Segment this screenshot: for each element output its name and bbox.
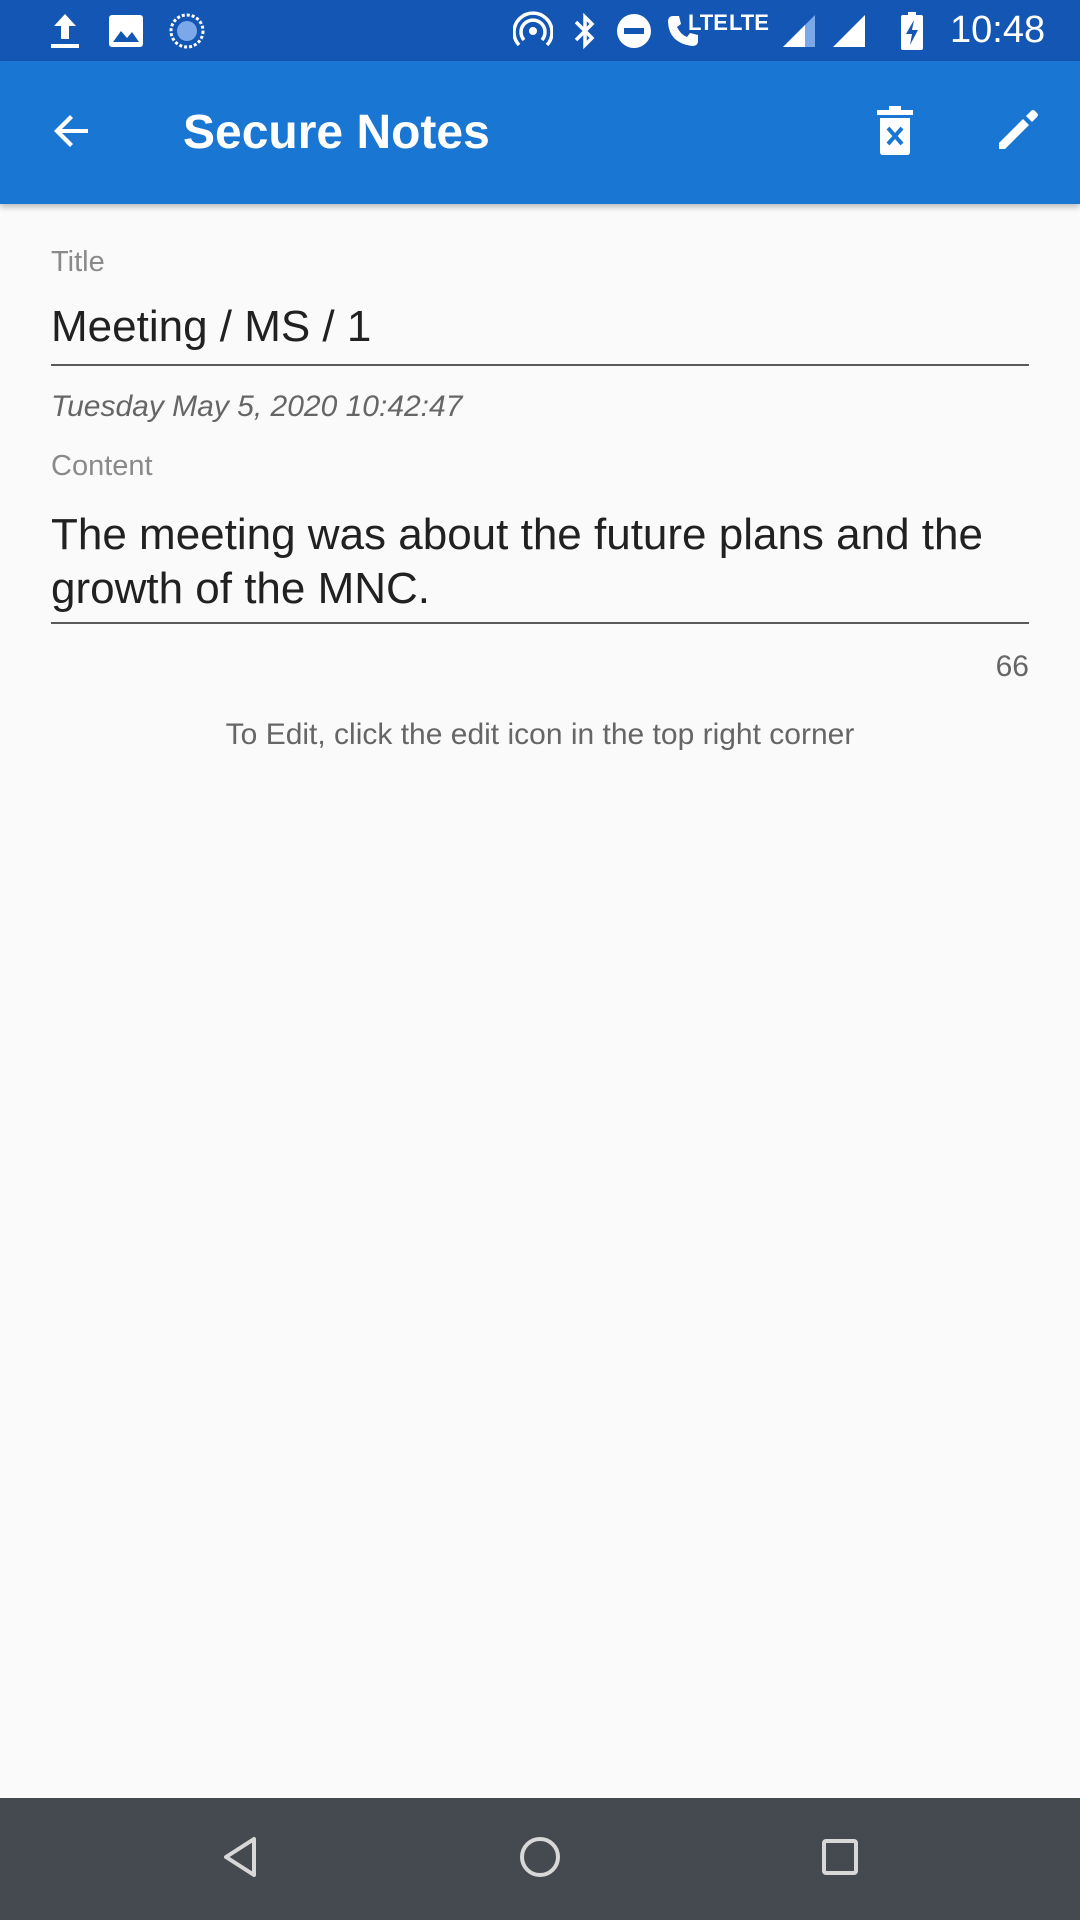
signal-icon-2 <box>826 8 872 54</box>
edit-button[interactable] <box>975 91 1059 175</box>
upload-icon <box>42 8 88 54</box>
delete-button[interactable] <box>853 91 937 175</box>
title-label: Title <box>51 246 105 278</box>
lte-call-label: LTE <box>688 10 728 35</box>
nav-recents-button[interactable] <box>800 1819 880 1899</box>
do-not-disturb-icon <box>611 8 657 54</box>
signal-icon <box>776 8 822 54</box>
title-field[interactable]: Meeting / MS / 1 <box>51 302 1029 352</box>
home-circle-icon <box>518 1835 562 1884</box>
bluetooth-icon <box>562 8 608 54</box>
title-underline <box>51 364 1029 366</box>
battery-charging-icon <box>889 8 935 54</box>
hotspot-icon <box>510 8 556 54</box>
image-icon <box>103 8 149 54</box>
content-field[interactable]: The meeting was about the future plans a… <box>51 508 1029 616</box>
edit-hint: To Edit, click the edit icon in the top … <box>225 718 855 751</box>
character-counter: 66 <box>995 650 1029 683</box>
lte-data-label: LTE <box>729 10 769 35</box>
nav-home-button[interactable] <box>500 1819 580 1899</box>
navigation-bar <box>0 1798 1080 1920</box>
nav-back-button[interactable] <box>200 1819 280 1899</box>
back-triangle-icon <box>220 1835 260 1884</box>
note-timestamp: Tuesday May 5, 2020 10:42:47 <box>51 390 463 423</box>
app-bar: Secure Notes <box>0 61 1080 204</box>
delete-icon <box>873 105 917 161</box>
status-time: 10:48 <box>950 9 1046 51</box>
recents-square-icon <box>820 1837 860 1882</box>
page-title: Secure Notes <box>183 106 490 159</box>
content-label: Content <box>51 450 153 482</box>
edit-icon <box>993 107 1041 160</box>
back-button[interactable] <box>30 91 114 175</box>
sync-icon <box>164 8 210 54</box>
content-underline <box>51 622 1029 624</box>
arrow-back-icon <box>48 107 96 160</box>
status-bar: LTE LTE 10:48 <box>0 0 1080 61</box>
